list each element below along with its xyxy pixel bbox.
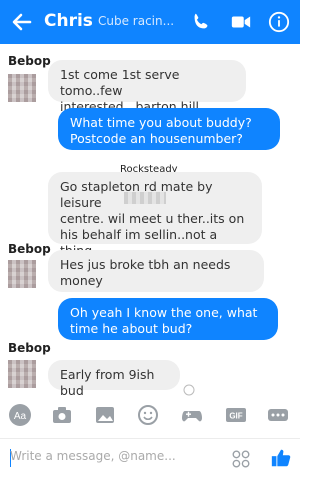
aa-label: Aa xyxy=(14,411,27,422)
text-style-icon[interactable]: Aa xyxy=(8,403,32,427)
contact-subtitle: Cube racin... xyxy=(98,14,175,28)
message-input[interactable]: Write a message, @name... xyxy=(10,449,176,463)
message-composer: Write a message, @name... xyxy=(0,438,300,480)
redacted-area xyxy=(124,192,166,204)
gif-icon[interactable]: GIF xyxy=(224,403,248,427)
message-bubble[interactable]: 1st come 1st serve tomo..few interested … xyxy=(48,60,246,114)
sender-name: Bebop xyxy=(8,242,51,256)
info-icon[interactable] xyxy=(268,11,290,33)
chat-header: Chris Cube racin... xyxy=(0,0,300,44)
avatar[interactable] xyxy=(8,74,36,102)
contact-name[interactable]: Chris xyxy=(44,11,93,31)
more-icon[interactable] xyxy=(266,403,290,427)
message-bubble[interactable]: Hes jus broke tbh an needs money xyxy=(48,250,264,292)
emoji-icon[interactable] xyxy=(136,403,160,427)
sender-name: Bebop xyxy=(8,341,51,355)
avatar[interactable] xyxy=(8,260,36,288)
camera-icon[interactable] xyxy=(50,403,74,427)
phone-icon[interactable] xyxy=(190,11,212,33)
emoji-grid-icon[interactable] xyxy=(230,448,252,470)
message-bubble[interactable]: What time you about buddy? Postcode an h… xyxy=(58,108,280,150)
thumbs-up-icon[interactable] xyxy=(270,447,292,469)
gallery-icon[interactable] xyxy=(93,403,117,427)
game-icon[interactable] xyxy=(180,403,204,427)
message-bubble[interactable]: Oh yeah I know the one, what time he abo… xyxy=(58,298,278,340)
avatar[interactable] xyxy=(8,360,36,388)
back-arrow-icon[interactable] xyxy=(10,9,34,35)
seen-indicator-icon xyxy=(183,384,195,396)
gif-label: GIF xyxy=(229,412,242,421)
message-bubble[interactable]: Early from 9ish bud xyxy=(48,360,180,398)
message-bubble[interactable]: Go stapleton rd mate by leisure centre. … xyxy=(48,172,262,274)
video-camera-icon[interactable] xyxy=(230,11,252,33)
sender-name: Bebop xyxy=(8,54,51,68)
composer-toolbar: Aa GIF xyxy=(0,399,300,431)
